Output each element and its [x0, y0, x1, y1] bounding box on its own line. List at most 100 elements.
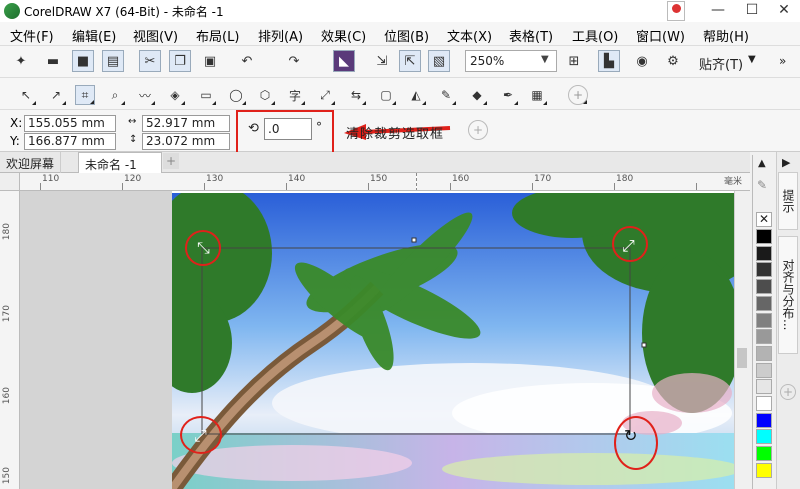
rotation-angle-field[interactable]: .0: [264, 118, 312, 140]
transparency-tool-icon[interactable]: ◭: [406, 85, 426, 105]
x-position-field[interactable]: 155.055 mm: [24, 115, 116, 132]
rectangle-tool-icon[interactable]: ▭: [196, 85, 216, 105]
color-swatch[interactable]: [756, 446, 772, 462]
ruler-label: 120: [124, 174, 142, 184]
publish-icon[interactable]: ▧: [428, 50, 450, 72]
add-tool-icon[interactable]: +: [568, 85, 588, 105]
vertical-scrollbar[interactable]: [734, 191, 750, 489]
horizontal-ruler[interactable]: 110 120 130 140 150 160 170 180 毫米: [20, 173, 750, 191]
new-icon[interactable]: ✦: [10, 50, 32, 72]
smart-fill-icon[interactable]: ◈: [165, 85, 185, 105]
palette-scroll-up-icon[interactable]: ▲: [758, 158, 766, 169]
color-swatch[interactable]: [756, 295, 772, 311]
zoom-tool-icon[interactable]: ⌕: [105, 85, 125, 105]
color-swatch[interactable]: [756, 429, 772, 445]
color-swatch[interactable]: [756, 262, 772, 278]
freehand-tool-icon[interactable]: 〰: [135, 85, 155, 105]
chevron-down-icon[interactable]: ▼: [541, 54, 549, 65]
tab-welcome-screen[interactable]: 欢迎屏幕: [0, 152, 62, 173]
options-icon[interactable]: ⚙: [662, 50, 684, 72]
menu-table[interactable]: 表格(T): [509, 26, 553, 45]
menu-text[interactable]: 文本(X): [447, 26, 492, 45]
menu-help[interactable]: 帮助(H): [703, 26, 749, 45]
toolbar-overflow-icon[interactable]: »: [779, 54, 786, 68]
save-icon[interactable]: ■: [72, 50, 94, 72]
eyedropper-icon[interactable]: ✎: [757, 178, 767, 192]
open-icon[interactable]: ▬: [42, 50, 64, 72]
y-position-field[interactable]: 166.877 mm: [24, 133, 116, 150]
copy-icon[interactable]: ❐: [169, 50, 191, 72]
close-button[interactable]: ✕: [766, 0, 800, 22]
menu-file[interactable]: 文件(F): [10, 26, 54, 45]
print-icon[interactable]: ▤: [102, 50, 124, 72]
menu-effects[interactable]: 效果(C): [321, 26, 366, 45]
cut-icon[interactable]: ✂: [139, 50, 161, 72]
add-docker-icon[interactable]: +: [780, 384, 796, 400]
polygon-tool-icon[interactable]: ⬡: [255, 85, 275, 105]
paste-icon[interactable]: ▣: [199, 50, 221, 72]
pen-icon[interactable]: ✒: [498, 85, 518, 105]
color-swatch[interactable]: [756, 462, 772, 478]
ruler-label: 160: [2, 387, 12, 405]
import-icon[interactable]: ⇲: [371, 50, 393, 72]
pick-tool-icon[interactable]: ↖: [16, 85, 36, 105]
redo-icon[interactable]: ↷: [283, 50, 305, 72]
shape-tool-icon[interactable]: ↗: [46, 85, 66, 105]
color-swatch[interactable]: [756, 396, 772, 411]
tab-align-distribute[interactable]: 对齐与分布...: [778, 236, 798, 354]
color-swatch[interactable]: [756, 379, 772, 395]
no-fill-swatch[interactable]: ✕: [756, 212, 772, 227]
clear-crop-marquee-button[interactable]: 清除裁剪选取框: [346, 123, 444, 142]
tab-hints[interactable]: 提示: [778, 172, 798, 230]
export-icon[interactable]: ⇱: [399, 50, 421, 72]
connector-tool-icon[interactable]: ⇆: [346, 85, 366, 105]
menu-bitmaps[interactable]: 位图(B): [384, 26, 429, 45]
view-icon[interactable]: ◉: [631, 50, 653, 72]
menu-arrange[interactable]: 排列(A): [258, 26, 303, 45]
height-field[interactable]: 23.072 mm: [142, 133, 230, 150]
scrollbar-thumb[interactable]: [737, 348, 747, 368]
vertical-ruler[interactable]: 180 170 160 150: [0, 191, 20, 489]
add-property-icon[interactable]: +: [468, 120, 488, 140]
color-swatch[interactable]: [756, 345, 772, 361]
menu-window[interactable]: 窗口(W): [636, 26, 685, 45]
interactive-fill-icon[interactable]: ◆: [467, 85, 487, 105]
chevron-down-icon[interactable]: ▼: [748, 54, 756, 65]
color-swatch[interactable]: [756, 245, 772, 261]
resize-handle-icon[interactable]: ⤡: [197, 238, 210, 258]
add-tab-icon[interactable]: +: [163, 153, 179, 169]
menu-tools[interactable]: 工具(O): [572, 26, 618, 45]
eyedropper-tool-icon[interactable]: ✎: [436, 85, 456, 105]
text-tool-icon[interactable]: 字: [285, 85, 305, 105]
menu-view[interactable]: 视图(V): [133, 26, 178, 45]
rulers-icon[interactable]: ▙: [598, 50, 620, 72]
width-field[interactable]: 52.917 mm: [142, 115, 230, 132]
dimension-tool-icon[interactable]: ⤢: [315, 85, 335, 105]
ruler-origin[interactable]: [0, 173, 20, 191]
tab-untitled-document[interactable]: 未命名 -1: [78, 152, 162, 173]
corel-connect-icon[interactable]: ◣: [333, 50, 355, 72]
minimize-button[interactable]: —: [700, 0, 736, 22]
rotate-handle-icon[interactable]: ↻: [624, 426, 637, 445]
color-swatch[interactable]: [756, 412, 772, 428]
maximize-button[interactable]: ☐: [734, 0, 770, 22]
resize-handle-icon[interactable]: ⤢: [194, 426, 207, 446]
color-swatch[interactable]: [756, 362, 772, 378]
snap-to-dropdown[interactable]: 贴齐(T): [699, 54, 743, 73]
menu-layout[interactable]: 布局(L): [196, 26, 239, 45]
color-swatch[interactable]: [756, 279, 772, 295]
crop-tool-icon[interactable]: ⌗: [75, 85, 95, 105]
resize-handle-icon[interactable]: ⤢: [622, 236, 635, 256]
color-swatch[interactable]: [756, 312, 772, 328]
user-avatar-icon[interactable]: [667, 1, 685, 21]
menu-edit[interactable]: 编辑(E): [72, 26, 116, 45]
drop-shadow-tool-icon[interactable]: ▢: [376, 85, 396, 105]
ellipse-tool-icon[interactable]: ◯: [226, 85, 246, 105]
docker-collapse-icon[interactable]: ▶: [782, 156, 790, 169]
color-swatch[interactable]: [756, 229, 772, 244]
smart-fill-tool-icon[interactable]: ▦: [527, 85, 547, 105]
ruler-label: 170: [534, 174, 552, 184]
fullscreen-icon[interactable]: ⊞: [563, 50, 585, 72]
color-swatch[interactable]: [756, 329, 772, 345]
undo-icon[interactable]: ↶: [236, 50, 258, 72]
